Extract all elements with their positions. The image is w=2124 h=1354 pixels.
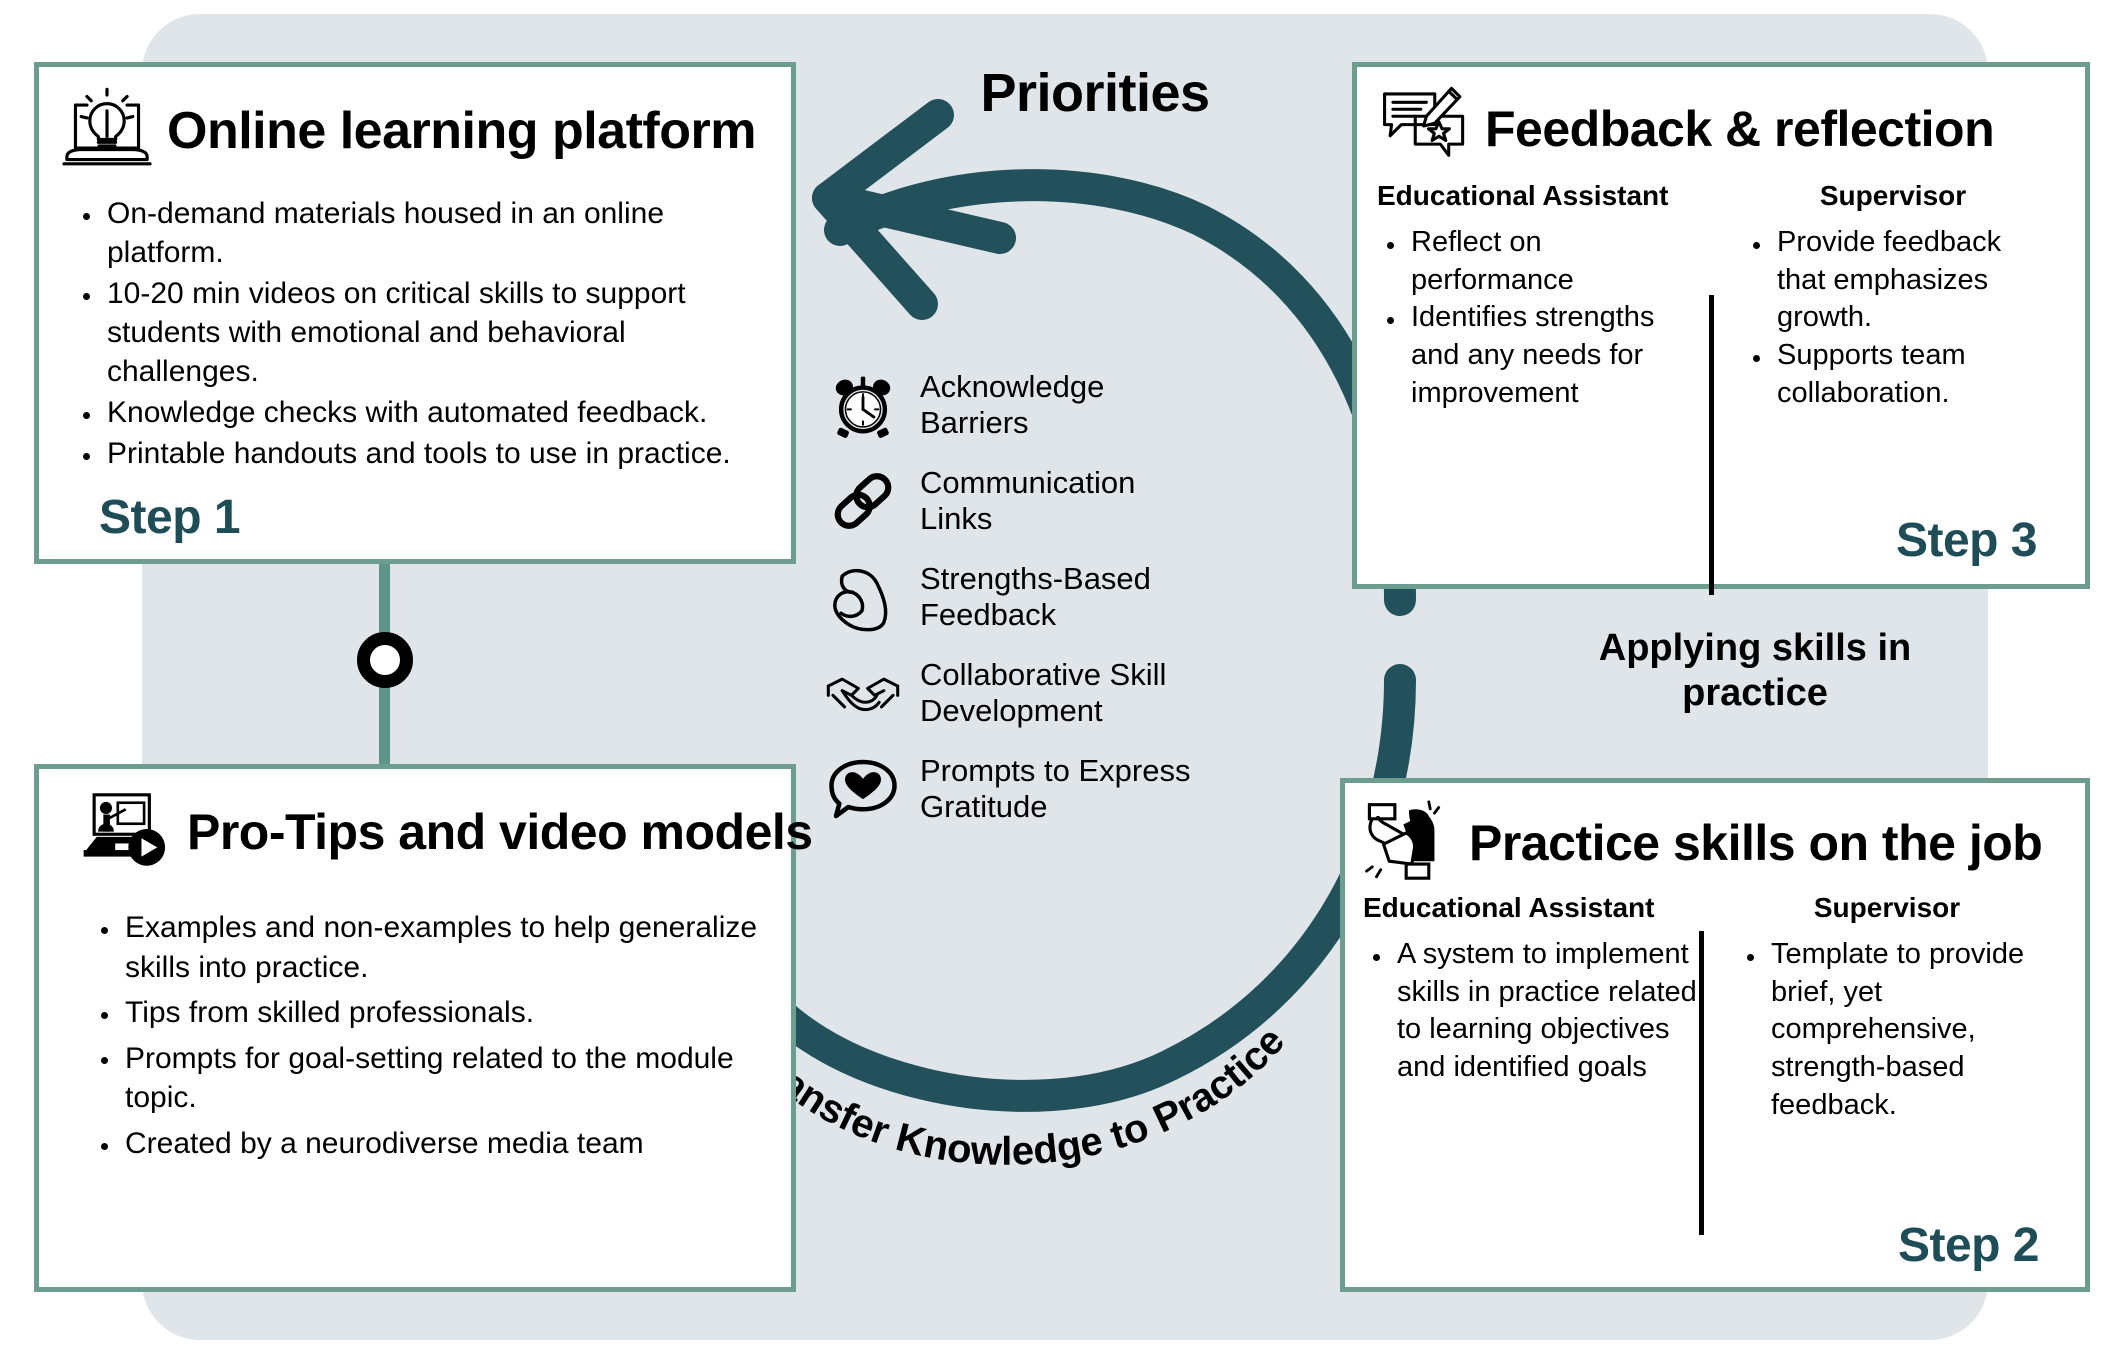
priority-label: Acknowledge Barriers bbox=[920, 369, 1105, 440]
step-badge-2: Step 2 bbox=[1897, 1219, 2040, 1272]
list-item: Template to provide brief, yet comprehen… bbox=[1737, 936, 2037, 1124]
priority-label: Collaborative Skill Development bbox=[920, 657, 1167, 728]
list-item: Identifies strengths and any needs for i… bbox=[1377, 299, 1707, 412]
transfer-label-text: Transfer Knowledge to Practice bbox=[744, 1020, 1293, 1174]
card-feedback-reflection: Feedback & reflection Educational Assist… bbox=[1352, 62, 2090, 595]
list-item: Created by a neurodiverse media team bbox=[91, 1124, 759, 1164]
card-header: Feedback & reflection bbox=[1357, 67, 2085, 172]
column-divider bbox=[1699, 931, 1704, 1235]
connector-node-circle-icon bbox=[357, 632, 413, 688]
alarm-clock-icon bbox=[826, 368, 900, 442]
column-heading: Supervisor bbox=[1813, 892, 1961, 923]
column-educational-assistant: Educational Assistant A system to implem… bbox=[1363, 892, 1699, 1124]
two-column-content: Educational Assistant Reflect on perform… bbox=[1357, 180, 2085, 412]
column-educational-assistant: Educational Assistant Reflect on perform… bbox=[1377, 180, 1707, 412]
priority-item: Communication Links bbox=[826, 464, 1266, 538]
list-item: Examples and non-examples to help genera… bbox=[91, 908, 759, 987]
bullet-list: Examples and non-examples to help genera… bbox=[91, 908, 759, 1164]
bullet-list: On-demand materials housed in an online … bbox=[73, 194, 765, 473]
list-item: Knowledge checks with automated feedback… bbox=[73, 393, 765, 432]
card-header: Practice skills on the job bbox=[1345, 783, 2085, 886]
priority-item: Prompts to Express Gratitude bbox=[826, 752, 1266, 826]
column-heading: Educational Assistant bbox=[1377, 180, 1669, 211]
bullet-list: Template to provide brief, yet comprehen… bbox=[1737, 936, 2037, 1124]
list-item: Supports team collaboration. bbox=[1743, 337, 2043, 412]
priorities-heading: Priorities bbox=[980, 63, 1210, 123]
bullet-list: A system to implement skills in practice… bbox=[1363, 936, 1699, 1087]
priority-item: Collaborative Skill Development bbox=[826, 656, 1266, 730]
transfer-knowledge-curved-label: Transfer Knowledge to Practice bbox=[744, 1020, 1293, 1174]
card-title: Feedback & reflection bbox=[1485, 100, 1995, 157]
hands-puzzle-pieces-icon bbox=[1363, 799, 1455, 886]
feedback-bubbles-pen-icon bbox=[1379, 85, 1471, 172]
card-title: Online learning platform bbox=[167, 101, 756, 160]
priority-label: Prompts to Express Gratitude bbox=[920, 753, 1191, 824]
column-heading: Supervisor bbox=[1819, 180, 1967, 211]
card-pro-tips-video-models: Pro-Tips and video models Examples and n… bbox=[34, 764, 813, 1292]
priority-item: Acknowledge Barriers bbox=[826, 368, 1266, 442]
chain-link-icon bbox=[826, 464, 900, 538]
heart-speech-bubble-icon bbox=[826, 752, 900, 826]
flexed-bicep-icon bbox=[826, 560, 900, 634]
two-column-content: Educational Assistant A system to implem… bbox=[1345, 892, 2085, 1124]
laptop-presenter-play-icon bbox=[81, 789, 173, 874]
card-title: Pro-Tips and video models bbox=[187, 803, 813, 860]
list-item: On-demand materials housed in an online … bbox=[73, 194, 765, 272]
card-online-learning-platform: Online learning platform On-demand mater… bbox=[34, 62, 796, 564]
priority-label: Strengths-Based Feedback bbox=[920, 561, 1151, 632]
card-title: Practice skills on the job bbox=[1469, 814, 2043, 871]
list-item: Printable handouts and tools to use in p… bbox=[73, 434, 765, 473]
handshake-icon bbox=[826, 656, 900, 730]
priority-item: Strengths-Based Feedback bbox=[826, 560, 1266, 634]
list-item: Prompts for goal-setting related to the … bbox=[91, 1039, 759, 1118]
bullet-list: Reflect on performance Identifies streng… bbox=[1377, 224, 1707, 412]
laptop-lightbulb-icon bbox=[61, 85, 153, 176]
priorities-list: AcknowledgeBarriers CommunicationLinks bbox=[826, 368, 1266, 848]
priority-label: Communication Links bbox=[920, 465, 1136, 536]
list-item: A system to implement skills in practice… bbox=[1363, 936, 1699, 1087]
diagram-canvas: Transfer Knowledge to Practice Prioritie… bbox=[0, 0, 2124, 1354]
step-badge-3: Step 3 bbox=[1895, 514, 2038, 567]
column-supervisor: Supervisor Provide feedback that emphasi… bbox=[1707, 180, 2043, 412]
column-divider bbox=[1709, 295, 1714, 595]
applying-skills-label: Applying skills in practice bbox=[1598, 627, 1912, 714]
card-header: Pro-Tips and video models bbox=[39, 769, 813, 874]
card-practice-skills-on-the-job: Practice skills on the job Educational A… bbox=[1340, 778, 2090, 1292]
bullet-list: Provide feedback that emphasizes growth.… bbox=[1743, 224, 2043, 412]
step-badge-1: Step 1 bbox=[99, 491, 241, 544]
svg-text:Transfer Knowledge to Practice: Transfer Knowledge to Practice bbox=[744, 1020, 1293, 1174]
list-item: Provide feedback that emphasizes growth. bbox=[1743, 224, 2043, 337]
list-item: Reflect on performance bbox=[1377, 224, 1707, 299]
column-supervisor: Supervisor Template to provide brief, ye… bbox=[1699, 892, 2037, 1124]
list-item: 10-20 min videos on critical skills to s… bbox=[73, 274, 765, 391]
column-heading: Educational Assistant bbox=[1363, 892, 1655, 923]
list-item: Tips from skilled professionals. bbox=[91, 993, 759, 1033]
card-header: Online learning platform bbox=[39, 67, 791, 176]
